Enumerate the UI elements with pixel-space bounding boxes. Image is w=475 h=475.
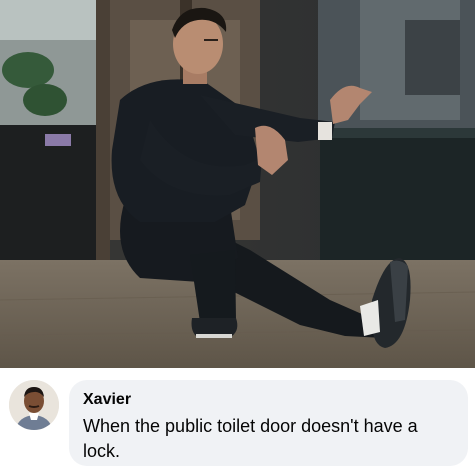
comment-section: Xavier When the public toilet door doesn…: [0, 368, 475, 475]
comment-bubble: Xavier When the public toilet door doesn…: [69, 380, 468, 466]
comment-text: When the public toilet door doesn't have…: [83, 416, 418, 461]
comment-author-name[interactable]: Xavier: [83, 390, 454, 410]
martial-arts-photo: [0, 0, 475, 368]
profile-photo-icon[interactable]: [9, 380, 59, 430]
post-image[interactable]: [0, 0, 475, 368]
avatar-portrait: [9, 380, 59, 430]
